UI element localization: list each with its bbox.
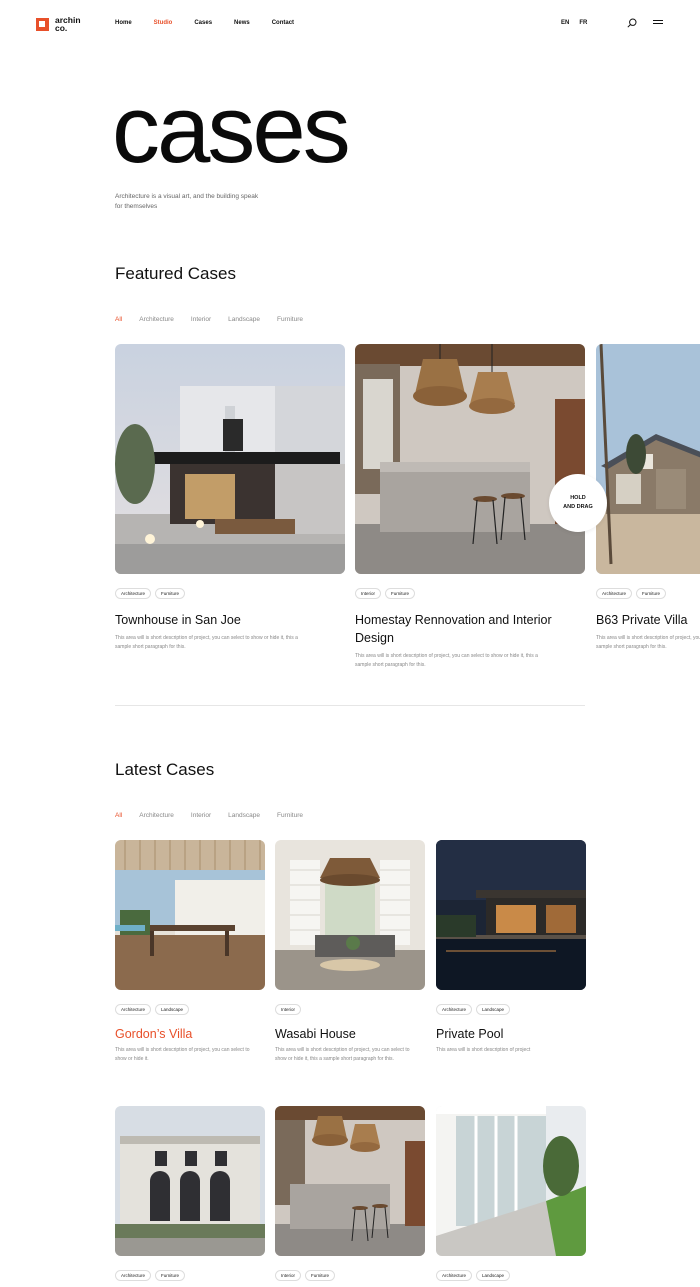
card-description: This area will is short description of p… xyxy=(436,1047,531,1053)
lang-en[interactable]: EN xyxy=(561,20,569,26)
filter-architecture[interactable]: Architecture xyxy=(139,812,174,819)
featured-card[interactable]: Architecture Furniture Townhouse in San … xyxy=(115,344,345,652)
drag-badge-line-1: HOLD xyxy=(570,495,586,501)
tag[interactable]: Landscape xyxy=(155,1004,190,1015)
latest-card[interactable]: Interior Wasabi House This area will is … xyxy=(275,840,425,1064)
card-tags: Architecture Landscape xyxy=(436,1004,586,1015)
nav-studio[interactable]: Studio xyxy=(154,20,173,26)
case-image[interactable] xyxy=(275,840,425,990)
card-description: This area will is short description of p… xyxy=(115,1047,250,1062)
tag[interactable]: Architecture xyxy=(115,588,152,599)
filter-furniture[interactable]: Furniture xyxy=(277,316,303,323)
tag[interactable]: Furniture xyxy=(155,588,186,599)
tag[interactable]: Landscape xyxy=(476,1004,511,1015)
logo-line-2: co. xyxy=(55,23,68,33)
card-tags: Architecture Landscape xyxy=(115,1004,265,1015)
tag[interactable]: Landscape xyxy=(476,1270,511,1281)
tag[interactable]: Furniture xyxy=(385,588,416,599)
latest-card[interactable]: Architecture Landscape Gordon’s Villa Th… xyxy=(115,840,265,1064)
filter-interior[interactable]: Interior xyxy=(191,812,211,819)
tag[interactable]: Furniture xyxy=(636,588,667,599)
card-description: This area will is short description of p… xyxy=(355,653,538,668)
lang-fr[interactable]: FR xyxy=(579,20,587,26)
featured-card[interactable]: Architecture Furniture B63 Private Villa… xyxy=(596,344,700,652)
card-tags: Interior xyxy=(275,1004,425,1015)
case-image[interactable] xyxy=(115,840,265,990)
card-title[interactable]: Homestay Rennovation and Interior Design xyxy=(355,611,585,647)
logo[interactable]: archin co. xyxy=(36,16,81,32)
tag[interactable]: Furniture xyxy=(305,1270,336,1281)
tag[interactable]: Architecture xyxy=(596,588,633,599)
tag[interactable]: Architecture xyxy=(436,1004,473,1015)
filter-all[interactable]: All xyxy=(115,812,122,819)
case-image[interactable] xyxy=(115,1106,265,1256)
card-title[interactable]: Wasabi House xyxy=(275,1027,425,1041)
card-tags: Architecture Furniture xyxy=(596,588,700,599)
case-image[interactable] xyxy=(275,1106,425,1256)
latest-card[interactable]: Interior Furniture xyxy=(275,1106,425,1281)
language-switcher: EN FR xyxy=(561,20,587,26)
drag-badge-line-2: AND DRAG xyxy=(563,504,593,510)
card-title[interactable]: B63 Private Villa xyxy=(596,611,700,629)
tag[interactable]: Architecture xyxy=(436,1270,473,1281)
card-tags: Architecture Landscape xyxy=(436,1270,586,1281)
tag[interactable]: Architecture xyxy=(115,1004,152,1015)
search-icon[interactable] xyxy=(627,18,637,28)
section-divider xyxy=(115,705,585,706)
case-image[interactable] xyxy=(596,344,700,574)
card-title[interactable]: Private Pool xyxy=(436,1027,586,1041)
latest-card[interactable]: Architecture Furniture xyxy=(115,1106,265,1281)
card-tags: Architecture Furniture xyxy=(115,1270,265,1281)
hold-and-drag-badge[interactable]: HOLD AND DRAG xyxy=(549,474,607,532)
card-title[interactable]: Townhouse in San Joe xyxy=(115,611,345,629)
latest-title: Latest Cases xyxy=(115,760,215,779)
filter-furniture[interactable]: Furniture xyxy=(277,812,303,819)
filter-landscape[interactable]: Landscape xyxy=(228,812,260,819)
tag[interactable]: Interior xyxy=(275,1004,302,1015)
menu-icon[interactable] xyxy=(653,20,663,26)
tag[interactable]: Furniture xyxy=(155,1270,186,1281)
case-image[interactable] xyxy=(436,840,586,990)
card-title[interactable]: Gordon’s Villa xyxy=(115,1027,265,1041)
featured-filters: All Architecture Interior Landscape Furn… xyxy=(115,316,320,323)
filter-landscape[interactable]: Landscape xyxy=(228,316,260,323)
case-image[interactable] xyxy=(115,344,345,574)
latest-card[interactable]: Architecture Landscape Private Pool This… xyxy=(436,840,586,1055)
page-subtitle: Architecture is a visual art, and the bu… xyxy=(115,193,259,210)
filter-architecture[interactable]: Architecture xyxy=(139,316,174,323)
card-description: This area will is short description of p… xyxy=(596,635,700,650)
card-tags: Interior Furniture xyxy=(355,588,585,599)
card-description: This area will is short description of p… xyxy=(275,1047,410,1062)
card-tags: Interior Furniture xyxy=(275,1270,425,1281)
latest-filters: All Architecture Interior Landscape Furn… xyxy=(115,812,320,819)
filter-all[interactable]: All xyxy=(115,316,122,323)
nav-news[interactable]: News xyxy=(234,20,250,26)
latest-card[interactable]: Architecture Landscape xyxy=(436,1106,586,1281)
nav-home[interactable]: Home xyxy=(115,20,132,26)
featured-title: Featured Cases xyxy=(115,264,236,283)
tag[interactable]: Interior xyxy=(355,588,382,599)
nav-cases[interactable]: Cases xyxy=(194,20,212,26)
site-header: archin co. Home Studio Cases News Contac… xyxy=(0,0,700,48)
nav-contact[interactable]: Contact xyxy=(272,20,294,26)
tag[interactable]: Interior xyxy=(275,1270,302,1281)
filter-interior[interactable]: Interior xyxy=(191,316,211,323)
case-image[interactable] xyxy=(355,344,585,574)
tag[interactable]: Architecture xyxy=(115,1270,152,1281)
card-tags: Architecture Furniture xyxy=(115,588,345,599)
case-image[interactable] xyxy=(436,1106,586,1256)
card-description: This area will is short description of p… xyxy=(115,635,298,650)
page-title: cases xyxy=(112,76,351,183)
main-nav: Home Studio Cases News Contact xyxy=(115,20,316,26)
logo-mark-icon xyxy=(36,17,49,31)
logo-text: archin co. xyxy=(55,16,81,33)
